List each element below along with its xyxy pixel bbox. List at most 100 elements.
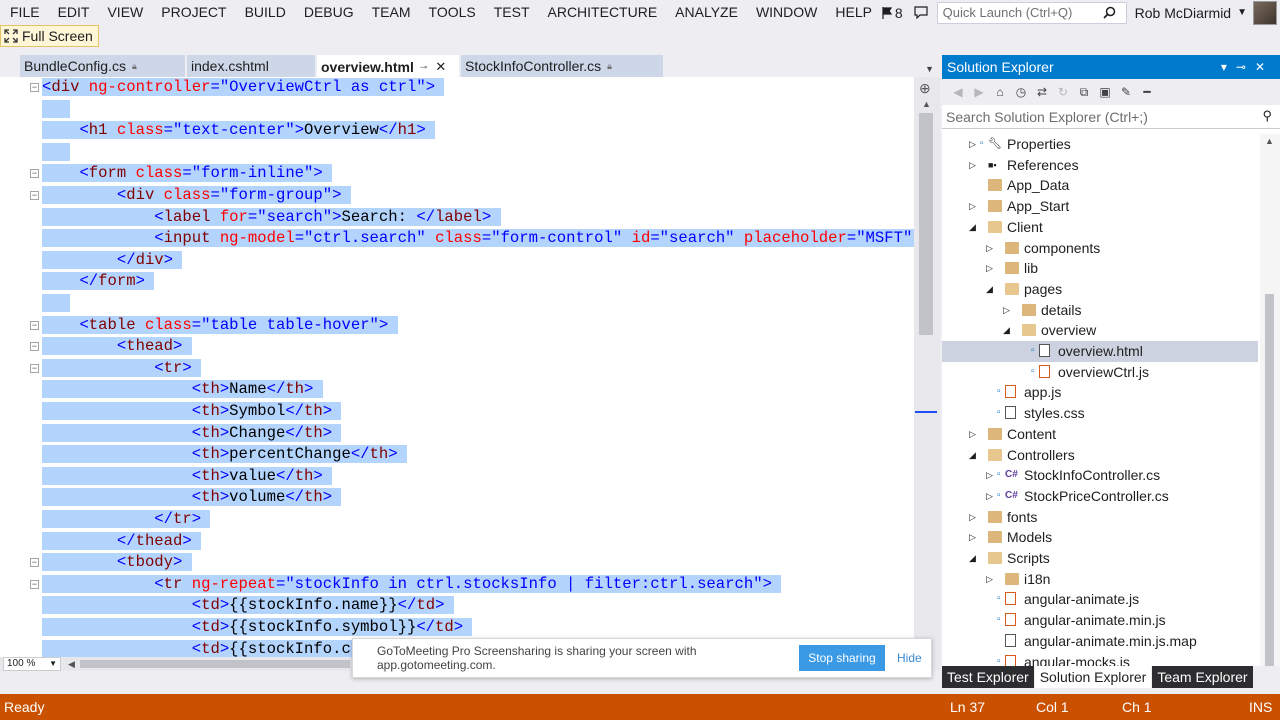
show-all-files-icon[interactable]: ▣ xyxy=(1097,84,1113,100)
collapse-arrow-icon[interactable]: ◢ xyxy=(969,217,976,238)
code-line[interactable]: <th>value</th> xyxy=(42,466,333,488)
tree-node[interactable]: ▷ lib xyxy=(942,258,1258,279)
tree-node[interactable]: ◢ Scripts xyxy=(942,548,1258,569)
expand-arrow-icon[interactable]: ▷ xyxy=(986,465,993,486)
code-line[interactable]: <div class="form-group"> xyxy=(42,185,351,207)
expand-arrow-icon[interactable]: ▷ xyxy=(969,507,976,528)
tree-node[interactable]: ◢ overview xyxy=(942,320,1258,341)
menu-window[interactable]: WINDOW xyxy=(746,0,825,25)
expand-arrow-icon[interactable]: ▷ xyxy=(986,258,993,279)
menu-tools[interactable]: TOOLS xyxy=(419,0,484,25)
collapse-region-icon[interactable]: − xyxy=(30,579,39,589)
code-line[interactable]: <thead> xyxy=(42,336,192,358)
tab-team-explorer[interactable]: Team Explorer xyxy=(1152,666,1253,688)
expand-arrow-icon[interactable]: ▷ xyxy=(1003,300,1010,321)
tab-solution-explorer[interactable]: Solution Explorer xyxy=(1034,666,1152,688)
home-icon[interactable]: ⌂ xyxy=(992,84,1008,100)
code-line[interactable]: <th>volume</th> xyxy=(42,487,342,509)
quick-launch-input[interactable] xyxy=(942,5,1103,20)
tree-node[interactable]: ▫ angular-animate.min.js xyxy=(942,610,1258,631)
tree-node[interactable]: ◢ Controllers xyxy=(942,445,1258,466)
code-line[interactable]: <div ng-controller="OverviewCtrl as ctrl… xyxy=(42,77,445,99)
tree-node[interactable]: ▷ components xyxy=(942,238,1258,259)
menu-build[interactable]: BUILD xyxy=(235,0,294,25)
code-line[interactable]: <form class="form-inline"> xyxy=(42,163,333,185)
expand-arrow-icon[interactable]: ▷ xyxy=(969,196,976,217)
tree-node[interactable]: ▷ details xyxy=(942,300,1258,321)
collapse-region-icon[interactable]: − xyxy=(30,83,39,92)
pin-icon[interactable]: ⊸ xyxy=(420,56,428,78)
code-line[interactable]: <h1 class="text-center">Overview</h1> xyxy=(42,120,436,142)
code-area[interactable]: <div ng-controller="OverviewCtrl as ctrl… xyxy=(42,77,914,657)
scroll-up-icon[interactable]: ▲ xyxy=(922,99,931,109)
horizontal-scroll-thumb[interactable] xyxy=(80,660,350,668)
tab-test-explorer[interactable]: Test Explorer xyxy=(942,666,1034,688)
code-line[interactable]: <td>{{stockInfo.symbol}}</td> xyxy=(42,617,473,639)
tab-stockinfocontroller[interactable]: StockInfoController.cs 🔒︎ xyxy=(461,55,663,77)
scroll-thumb[interactable] xyxy=(1265,294,1274,674)
expand-arrow-icon[interactable]: ▷ xyxy=(969,527,976,548)
search-icon[interactable] xyxy=(1102,6,1116,19)
window-position-icon[interactable]: ▾ xyxy=(1221,60,1236,74)
tree-node[interactable]: ▷ C# ▫ StockInfoController.cs xyxy=(942,465,1258,486)
hide-link[interactable]: Hide xyxy=(897,651,922,665)
code-line[interactable]: </form> xyxy=(42,271,155,293)
expand-arrow-icon[interactable]: ▷ xyxy=(986,569,993,590)
menu-test[interactable]: TEST xyxy=(484,0,538,25)
collapse-arrow-icon[interactable]: ◢ xyxy=(969,445,976,466)
avatar[interactable] xyxy=(1253,0,1277,25)
expand-arrow-icon[interactable]: ▷ xyxy=(969,155,976,176)
full-screen-button[interactable]: Full Screen xyxy=(0,25,99,47)
collapse-region-icon[interactable]: − xyxy=(30,169,39,179)
feedback-icon[interactable] xyxy=(913,5,929,21)
close-icon[interactable]: ✕ xyxy=(1255,60,1274,74)
menu-team[interactable]: TEAM xyxy=(362,0,419,25)
menu-architecture[interactable]: ARCHITECTURE xyxy=(538,0,666,25)
refresh-icon[interactable]: ↻ xyxy=(1055,84,1071,100)
tab-dropdown-icon[interactable]: ▼ xyxy=(925,64,934,74)
scroll-thumb[interactable] xyxy=(919,113,933,335)
tree-node[interactable]: ▷ Models xyxy=(942,527,1258,548)
code-line[interactable]: <td>{{stockInfo.name}}</td> xyxy=(42,595,454,617)
code-line[interactable]: <input ng-model="ctrl.search" class="for… xyxy=(42,228,914,250)
collapse-region-icon[interactable]: − xyxy=(30,558,39,568)
quick-launch-box[interactable] xyxy=(936,1,1127,24)
close-icon[interactable]: ✕ xyxy=(435,56,446,78)
tree-node[interactable]: App_Data xyxy=(942,175,1258,196)
tree-node[interactable]: ▫ overviewCtrl.js xyxy=(942,362,1258,383)
user-menu-caret-icon[interactable]: ▼ xyxy=(1237,7,1247,18)
menu-help[interactable]: HELP xyxy=(825,0,880,25)
expand-arrow-icon[interactable]: ▷ xyxy=(969,134,976,155)
zoom-select[interactable]: 100 % ▼ xyxy=(3,657,61,671)
code-line[interactable]: <tbody> xyxy=(42,552,192,574)
back-icon[interactable]: ◀ xyxy=(950,84,966,100)
code-editor[interactable]: − − − − − − − − <div ng-controller="OverviewCtr… xyxy=(0,77,940,657)
forward-icon[interactable]: ▶ xyxy=(971,84,987,100)
user-name[interactable]: Rob McDiarmid xyxy=(1135,5,1231,21)
tree-node[interactable]: ▷ ■▪ References xyxy=(942,155,1258,176)
code-line[interactable]: </tr> xyxy=(42,509,211,531)
collapse-region-icon[interactable]: − xyxy=(30,342,39,352)
tree-node[interactable]: ▷ C# ▫ StockPriceController.cs xyxy=(942,486,1258,507)
expand-arrow-icon[interactable]: ▷ xyxy=(986,486,993,507)
tree-node[interactable]: ▫ overview.html xyxy=(942,341,1258,362)
tree-node[interactable]: ▷ i18n xyxy=(942,569,1258,590)
code-line[interactable]: <table class="table table-hover"> xyxy=(42,315,398,337)
tab-index[interactable]: index.cshtml xyxy=(187,55,315,77)
minimize-icon[interactable]: ━ xyxy=(1139,84,1155,100)
expand-arrow-icon[interactable]: ▷ xyxy=(969,424,976,445)
collapse-region-icon[interactable]: − xyxy=(30,320,39,330)
solution-search-box[interactable]: ⚲ xyxy=(942,105,1280,129)
code-line[interactable]: <label for="search">Search: </label> xyxy=(42,207,501,229)
search-icon[interactable]: ⚲ xyxy=(1262,108,1272,124)
pending-changes-filter-icon[interactable]: ◷ xyxy=(1013,84,1029,100)
tree-node[interactable]: ▷ 🔧︎ ▫ Properties xyxy=(942,134,1258,155)
pin-icon[interactable]: ⊸ xyxy=(1236,60,1255,74)
code-line[interactable] xyxy=(42,99,71,121)
code-line[interactable]: </div> xyxy=(42,250,183,272)
tree-node[interactable]: angular-animate.min.js.map xyxy=(942,631,1258,652)
code-line[interactable]: <tr ng-repeat="stockInfo in ctrl.stocksI… xyxy=(42,574,782,596)
code-line[interactable] xyxy=(42,293,71,315)
menu-file[interactable]: FILE xyxy=(0,0,48,25)
solution-search-input[interactable] xyxy=(946,108,1246,125)
